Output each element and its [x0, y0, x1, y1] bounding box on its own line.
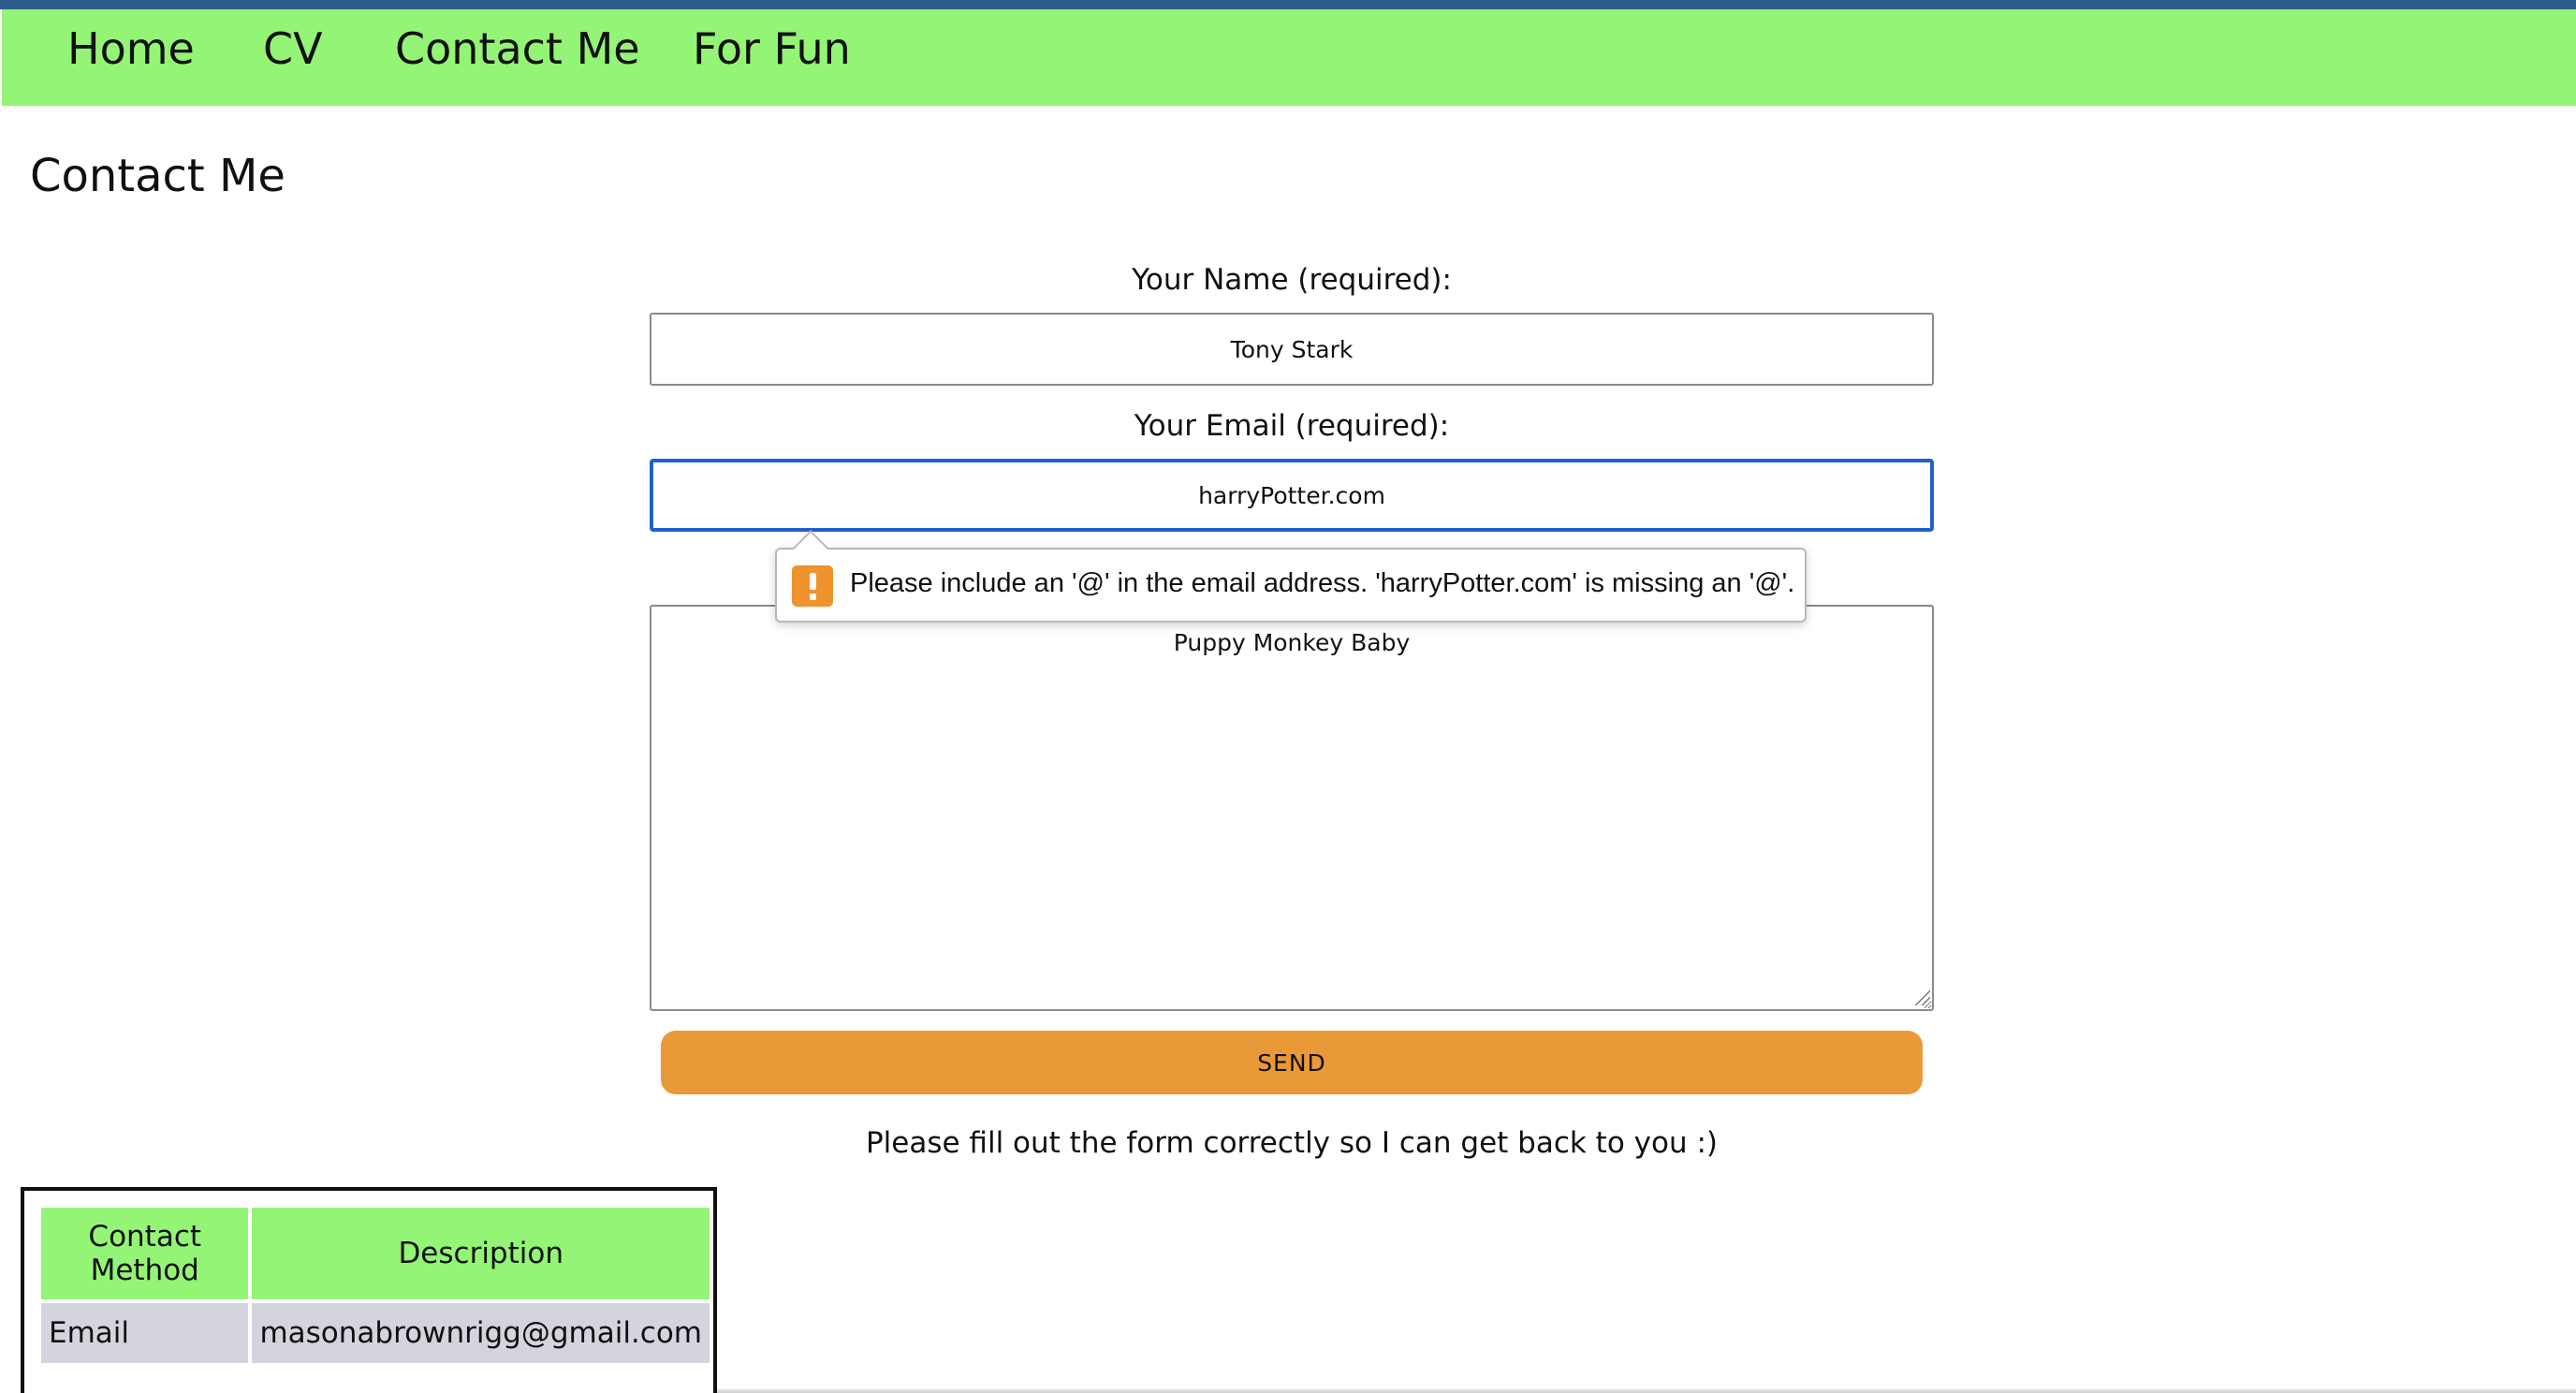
- email-input[interactable]: [650, 459, 1934, 532]
- tooltip-message: Please include an '@' in the email addre…: [850, 568, 1795, 598]
- nav-item-for-fun[interactable]: For Fun: [693, 23, 851, 74]
- table-cell-description[interactable]: masonabrownrigg@gmail.com: [252, 1303, 710, 1363]
- email-label: Your Email (required):: [1134, 409, 1450, 443]
- send-button[interactable]: SEND: [661, 1031, 1923, 1094]
- textarea-resize-handle[interactable]: [1915, 990, 1930, 1005]
- email-validation-tooltip: Please include an '@' in the email addre…: [775, 530, 1807, 623]
- name-label: Your Name (required):: [1132, 263, 1452, 297]
- page: Home CV Contact Me For Fun Contact Me Yo…: [0, 0, 2576, 1393]
- nav-item-home[interactable]: Home: [67, 23, 195, 74]
- name-input[interactable]: [650, 313, 1934, 386]
- top-accent-bar: [0, 0, 2576, 9]
- nav-item-contact-me[interactable]: Contact Me: [395, 23, 640, 74]
- contact-methods-table: Contact Method Description Email masonab…: [37, 1204, 713, 1367]
- table-cell-method: Email: [41, 1303, 249, 1363]
- table-header-row: Contact Method Description: [41, 1208, 710, 1299]
- warning-icon: [792, 565, 833, 607]
- message-textarea[interactable]: Puppy Monkey Baby: [650, 605, 1934, 1011]
- form-status-message: Please fill out the form correctly so I …: [865, 1126, 1719, 1160]
- page-title: Contact Me: [30, 150, 285, 202]
- column-header-contact-method: Contact Method: [41, 1208, 249, 1299]
- main-navbar: Home CV Contact Me For Fun: [2, 9, 2576, 106]
- column-header-description: Description: [252, 1208, 710, 1299]
- nav-item-cv[interactable]: CV: [263, 23, 323, 74]
- tooltip-arrow: [792, 530, 829, 567]
- contact-methods-table-container: Contact Method Description Email masonab…: [21, 1187, 717, 1393]
- table-row: Email masonabrownrigg@gmail.com: [41, 1303, 710, 1363]
- page-bottom-divider: [717, 1389, 2576, 1393]
